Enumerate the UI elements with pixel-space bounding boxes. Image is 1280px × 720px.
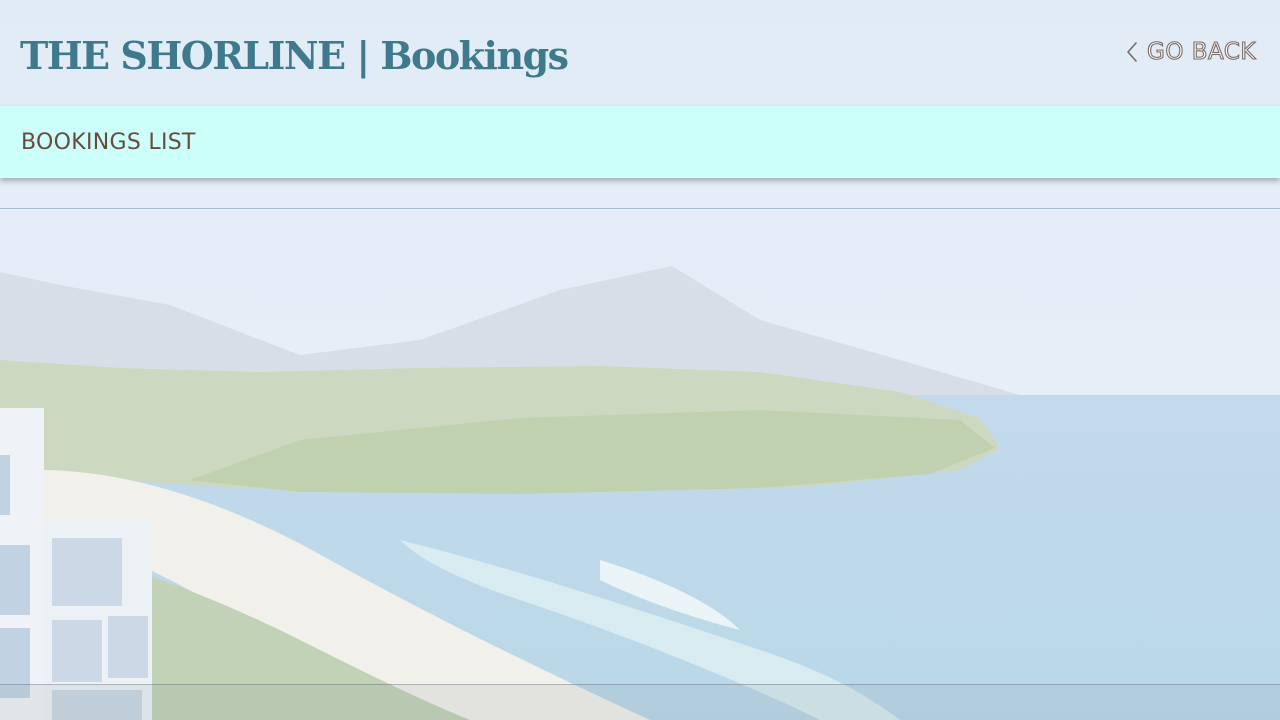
section-title: BOOKINGS LIST (21, 130, 196, 155)
page-title: THE SHORLINE | Bookings (20, 33, 569, 78)
section-header-bar: BOOKINGS LIST (0, 106, 1280, 178)
app-header: THE SHORLINE | Bookings GO BACK (0, 0, 1280, 106)
go-back-button[interactable]: GO BACK (1125, 36, 1256, 68)
bottom-divider-bar (0, 684, 1280, 720)
go-back-label: GO BACK (1146, 38, 1256, 65)
list-divider (0, 208, 1280, 209)
chevron-left-icon (1125, 41, 1139, 63)
bookings-list (0, 178, 1280, 684)
